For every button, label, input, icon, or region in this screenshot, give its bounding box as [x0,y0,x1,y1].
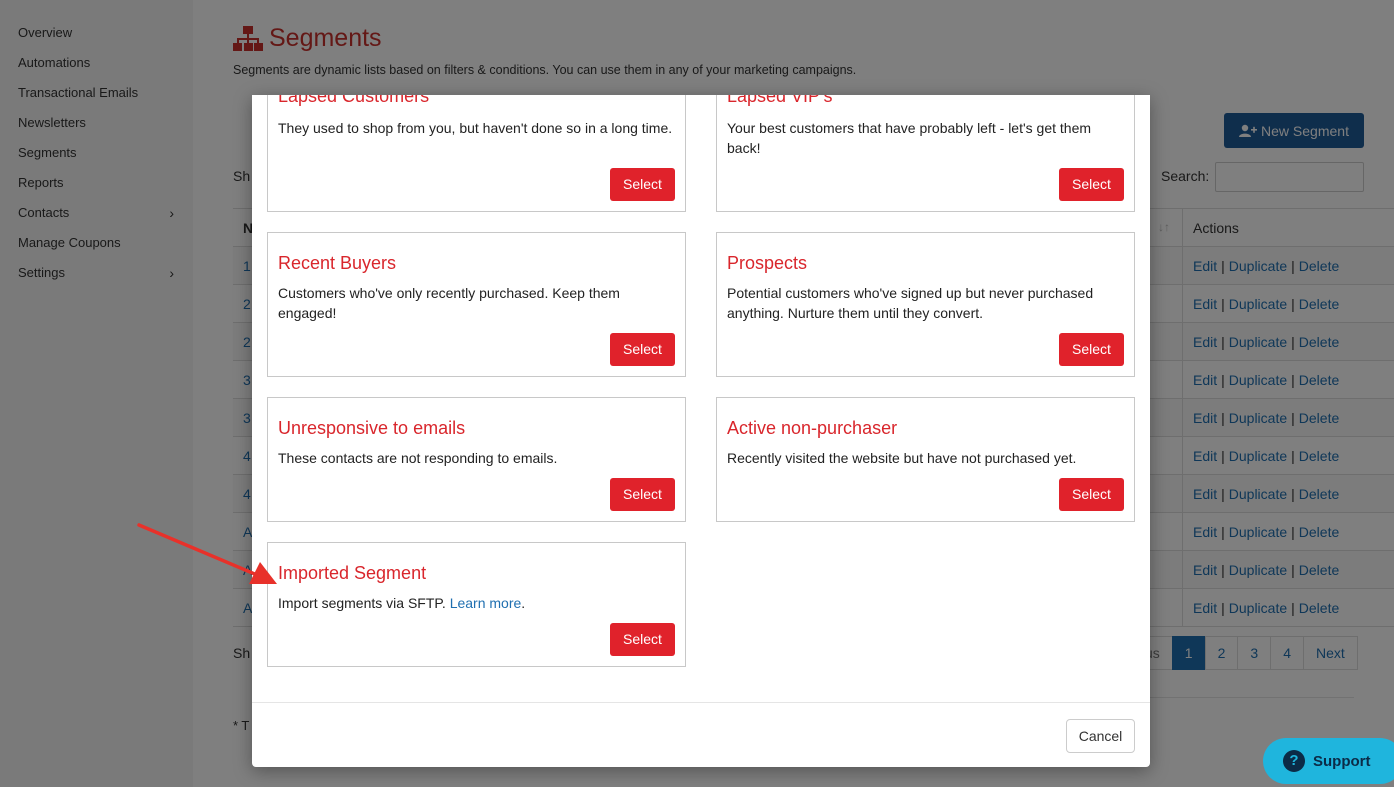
segment-card-prospects: Prospects Potential customers who've sig… [716,232,1135,377]
card-title: Active non-purchaser [727,418,898,438]
learn-more-link[interactable]: Learn more [450,595,522,611]
cancel-button[interactable]: Cancel [1066,719,1135,753]
segment-card-active-non-purchaser: Active non-purchaser Recently visited th… [716,397,1135,522]
card-description-end: . [521,595,526,611]
card-title: Unresponsive to emails [278,418,466,438]
card-description-text: Import segments via SFTP. [278,595,446,611]
annotation-arrow-icon [137,523,277,584]
segment-card-recent-buyers: Recent Buyers Customers who've only rece… [267,232,686,377]
card-description: They used to shop from you, but haven't … [278,120,673,136]
select-button[interactable]: Select [610,623,675,656]
select-button[interactable]: Select [1059,168,1124,201]
card-description: Your best customers that have probably l… [727,120,1092,156]
card-description: Customers who've only recently purchased… [278,285,620,321]
card-description: These contacts are not responding to ema… [278,450,558,466]
segment-card-imported-segment: Imported Segment Import segments via SFT… [267,542,686,667]
support-button[interactable]: ? Support [1263,738,1394,784]
support-label: Support [1313,752,1371,770]
segment-card-lapsed-vips: Lapsed VIP's Your best customers that ha… [716,95,1135,212]
card-title: Lapsed Customers [278,95,430,106]
select-button[interactable]: Select [1059,333,1124,366]
modal-footer: Cancel [252,702,1150,767]
segment-card-unresponsive: Unresponsive to emails These contacts ar… [267,397,686,522]
card-description: Recently visited the website but have no… [727,450,1077,466]
segment-card-lapsed-customers: Lapsed Customers They used to shop from … [267,95,686,212]
select-button[interactable]: Select [610,478,675,511]
card-description: Import segments via SFTP. Learn more. [278,593,675,613]
card-description: Potential customers who've signed up but… [727,285,1094,321]
question-icon: ? [1283,750,1305,772]
card-title: Recent Buyers [278,253,397,273]
card-title: Lapsed VIP's [727,95,833,106]
select-button[interactable]: Select [610,168,675,201]
segment-template-modal: Lapsed Customers They used to shop from … [252,95,1150,767]
select-button[interactable]: Select [610,333,675,366]
card-title: Imported Segment [278,563,427,583]
select-button[interactable]: Select [1059,478,1124,511]
card-title: Prospects [727,253,808,273]
